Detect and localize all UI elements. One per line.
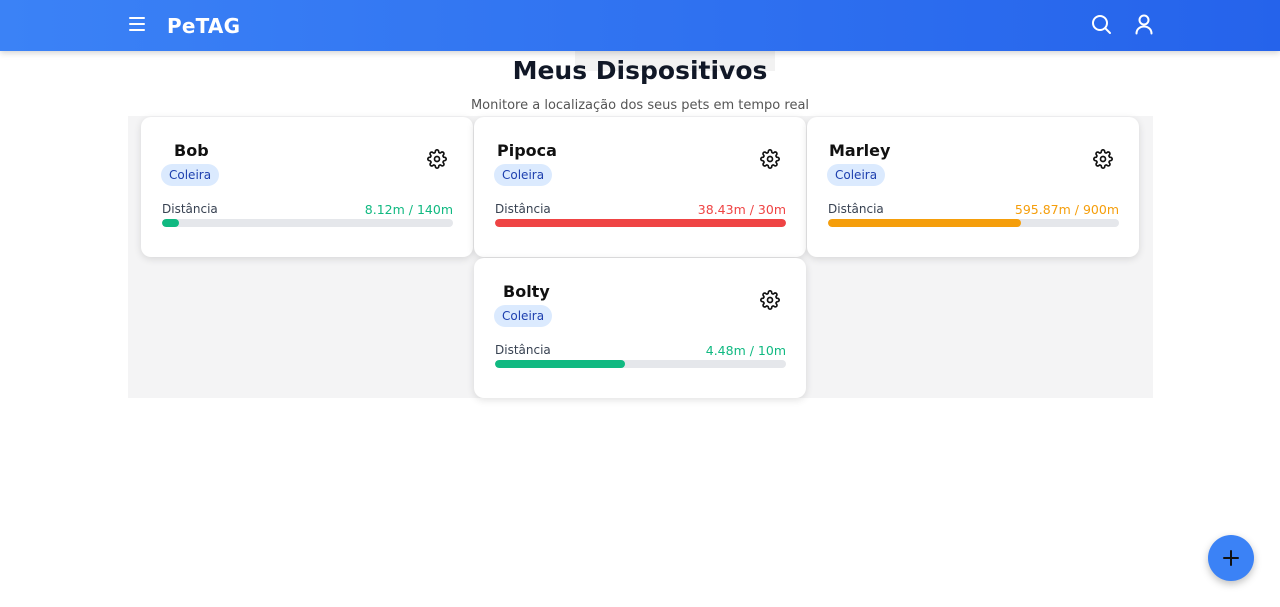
device-name: Marley — [829, 141, 891, 160]
page-subtitle: Monitore a localização dos seus pets em … — [470, 98, 810, 113]
distance-label: Distância — [495, 202, 551, 216]
device-name: Bolty — [503, 282, 550, 301]
gear-icon[interactable] — [760, 290, 780, 310]
device-type-badge: Coleira — [494, 305, 553, 327]
gear-icon[interactable] — [1093, 149, 1113, 169]
device-card[interactable]: Marley Coleira Distância 595.87m / 900m — [807, 117, 1139, 257]
device-card[interactable]: Bolty Coleira Distância 4.48m / 10m — [474, 258, 806, 398]
distance-label: Distância — [828, 202, 884, 216]
menu-icon[interactable] — [127, 14, 147, 34]
distance-progress-track — [828, 219, 1119, 227]
gear-icon[interactable] — [427, 149, 447, 169]
device-name: Pipoca — [497, 141, 557, 160]
distance-progress-track — [162, 219, 453, 227]
device-type-badge: Coleira — [827, 164, 886, 186]
distance-value: 38.43m / 30m — [697, 202, 786, 217]
device-type-badge: Coleira — [161, 164, 220, 186]
device-type-badge: Coleira — [494, 164, 553, 186]
distance-label: Distância — [495, 343, 551, 357]
device-name: Bob — [174, 141, 209, 160]
distance-value: 8.12m / 140m — [364, 202, 453, 217]
distance-progress-fill — [162, 219, 179, 227]
distance-progress-fill — [495, 360, 626, 368]
distance-progress-track — [495, 360, 786, 368]
distance-value: 595.87m / 900m — [1014, 202, 1119, 217]
page-title: Meus Dispositivos — [512, 56, 768, 85]
brand-logo[interactable]: PeTAG — [167, 14, 240, 38]
app-header: PeTAG — [0, 0, 1280, 51]
distance-progress-fill — [828, 219, 1021, 227]
gear-icon[interactable] — [760, 149, 780, 169]
distance-progress-fill — [495, 219, 786, 227]
user-icon[interactable] — [1133, 13, 1155, 35]
add-device-button[interactable] — [1208, 535, 1254, 581]
distance-label: Distância — [162, 202, 218, 216]
distance-value: 4.48m / 10m — [705, 343, 786, 358]
search-icon[interactable] — [1090, 13, 1112, 35]
distance-progress-track — [495, 219, 786, 227]
plus-icon — [1223, 550, 1239, 566]
device-card[interactable]: Pipoca Coleira Distância 38.43m / 30m — [474, 117, 806, 257]
device-card[interactable]: Bob Coleira Distância 8.12m / 140m — [141, 117, 473, 257]
